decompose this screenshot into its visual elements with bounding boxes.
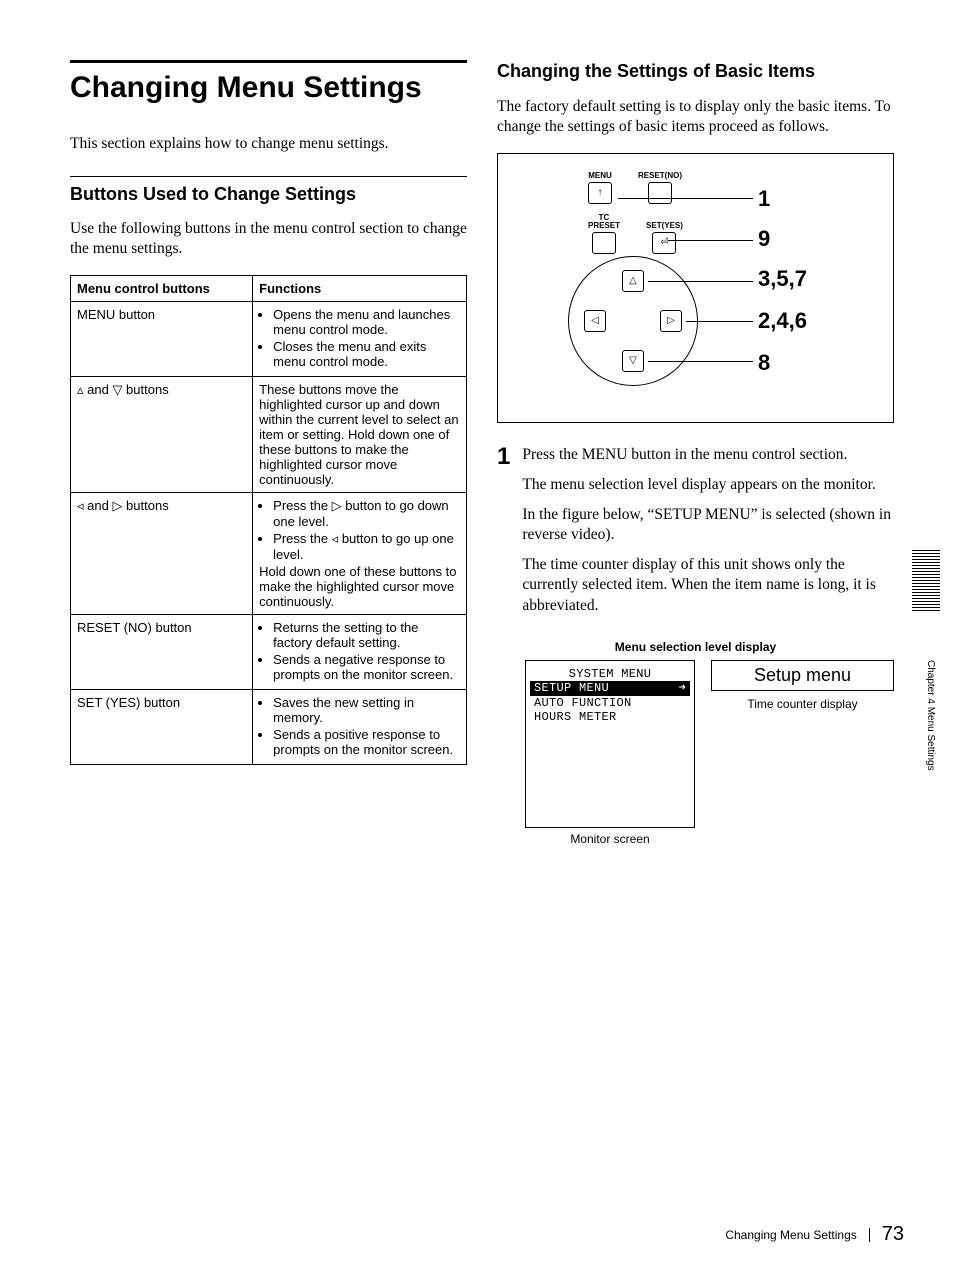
section-intro: Use the following buttons in the menu co… xyxy=(70,219,467,259)
control-panel-diagram: MENU ↑ RESET(NO) TC PRESET xyxy=(497,153,894,423)
side-tab-decoration-icon xyxy=(912,550,940,640)
table-row: ▵ and ▽ buttons These buttons move the h… xyxy=(71,377,467,493)
section-heading-buttons: Buttons Used to Change Settings xyxy=(70,183,467,206)
menu-line: AUTO FUNCTION xyxy=(530,696,690,710)
reset-button-icon xyxy=(648,182,672,204)
dpad-right-icon: ▷ xyxy=(660,310,682,332)
btn-func: These buttons move the highlighted curso… xyxy=(253,377,467,493)
tc-preset-button-icon xyxy=(592,232,616,254)
menu-line-selected: SETUP MENU ➜ xyxy=(530,681,690,695)
btn-name: ▵ and ▽ buttons xyxy=(71,377,253,493)
side-chapter-label: Chapter 4 Menu Settings xyxy=(925,660,936,771)
label-reset: RESET(NO) xyxy=(638,172,682,180)
table-row: RESET (NO) button Returns the setting to… xyxy=(71,615,467,690)
menu-control-table: Menu control buttons Functions MENU butt… xyxy=(70,275,467,765)
monitor-caption: Monitor screen xyxy=(525,832,695,846)
callout-246: 2,4,6 xyxy=(758,308,807,334)
page-title: Changing Menu Settings xyxy=(70,71,467,106)
btn-name: SET (YES) button xyxy=(71,690,253,765)
section-heading-basic-items: Changing the Settings of Basic Items xyxy=(497,60,894,83)
page-footer: Changing Menu Settings 73 xyxy=(725,1223,904,1246)
label-set: SET(YES) xyxy=(646,222,683,230)
btn-func: Press the ▷ button to go down one level.… xyxy=(253,493,467,615)
arrow-right-icon: ➜ xyxy=(678,681,686,695)
time-counter-label: Time counter display xyxy=(747,697,857,711)
step-1: 1 Press the MENU button in the menu cont… xyxy=(497,445,894,626)
basic-items-intro: The factory default setting is to displa… xyxy=(497,97,894,137)
step-detail: The menu selection level display appears… xyxy=(522,475,894,495)
th-functions: Functions xyxy=(253,276,467,302)
callout-8: 8 xyxy=(758,350,770,376)
table-row: ◃ and ▷ buttons Press the ▷ button to go… xyxy=(71,493,467,615)
time-counter-box: Setup menu xyxy=(711,660,894,691)
menu-line: HOURS METER xyxy=(530,710,690,724)
btn-name: RESET (NO) button xyxy=(71,615,253,690)
menu-button-icon: ↑ xyxy=(588,182,612,204)
figure-caption-top: Menu selection level display xyxy=(497,640,894,654)
step-detail: The time counter display of this unit sh… xyxy=(522,555,894,615)
callout-357: 3,5,7 xyxy=(758,266,807,292)
step-detail: In the figure below, “SETUP MENU” is sel… xyxy=(522,505,894,545)
callout-9: 9 xyxy=(758,226,770,252)
intro-text: This section explains how to change menu… xyxy=(70,134,467,154)
label-menu: MENU xyxy=(588,172,612,180)
table-row: MENU button Opens the menu and launches … xyxy=(71,302,467,377)
label-tc-preset: TC PRESET xyxy=(588,214,620,230)
step-lead: Press the MENU button in the menu contro… xyxy=(522,445,894,465)
btn-name: MENU button xyxy=(71,302,253,377)
btn-func: Returns the setting to the factory defau… xyxy=(253,615,467,690)
th-buttons: Menu control buttons xyxy=(71,276,253,302)
dpad-left-icon: ◁ xyxy=(584,310,606,332)
footer-title: Changing Menu Settings xyxy=(725,1228,869,1242)
step-number: 1 xyxy=(497,445,510,626)
dpad-down-icon: ▽ xyxy=(622,350,644,372)
btn-name: ◃ and ▷ buttons xyxy=(71,493,253,615)
callout-1: 1 xyxy=(758,186,770,212)
menu-line: SYSTEM MENU xyxy=(530,667,690,681)
table-row: SET (YES) button Saves the new setting i… xyxy=(71,690,467,765)
dpad-up-icon: △ xyxy=(622,270,644,292)
btn-func: Opens the menu and launches menu control… xyxy=(253,302,467,377)
btn-func: Saves the new setting in memory. Sends a… xyxy=(253,690,467,765)
monitor-screen-box: SYSTEM MENU SETUP MENU ➜ AUTO FUNCTION H… xyxy=(525,660,695,828)
set-button-icon: ⏎ xyxy=(652,232,676,254)
footer-page-number: 73 xyxy=(882,1223,904,1246)
